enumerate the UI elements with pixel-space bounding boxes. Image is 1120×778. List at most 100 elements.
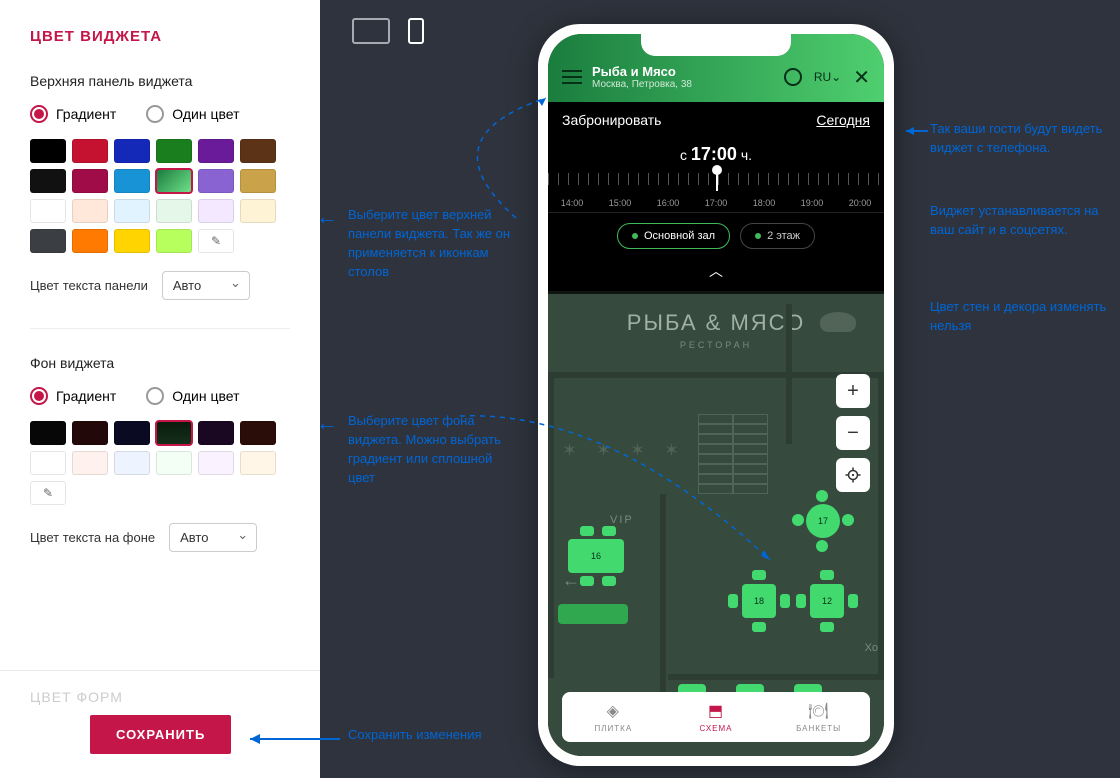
nav-banquet[interactable]: 🍽 БАНКЕТЫ [767,692,870,742]
ruler-time-label: 15:00 [609,198,632,208]
radio-gradient-bg[interactable]: Градиент [30,387,116,405]
color-swatch[interactable] [30,169,66,193]
book-label: Забронировать [562,112,661,128]
color-swatch[interactable] [114,139,150,163]
color-swatch[interactable] [156,169,192,193]
table-12[interactable]: 12 [810,584,844,618]
plant-icon: ✶ [664,440,679,461]
hall-floor2-pill[interactable]: 2 этаж [740,223,815,249]
custom-color-swatch[interactable]: ✎ [198,229,234,253]
color-swatch[interactable] [156,199,192,223]
table-18[interactable]: 18 [742,584,776,618]
arrow-icon: ← [316,204,338,230]
radio-gradient-bg-label: Градиент [56,388,116,404]
phone-frame: Рыба и Мясо Москва, Петровка, 38 RU⌄ ✕ З… [538,24,894,766]
table-16[interactable]: 16 [568,539,624,573]
color-swatch[interactable] [156,421,192,445]
device-preview-toggle [352,18,424,44]
zoom-in-button[interactable]: + [836,374,870,408]
hall-main-pill[interactable]: Основной зал [617,223,730,249]
bg-color-mode-radios: Градиент Один цвет [30,387,290,405]
color-swatch[interactable] [114,169,150,193]
plant-icon: ✶ [596,440,611,461]
annotation-install: Виджет устанавливается на ваш сайт и в с… [930,202,1110,240]
color-swatch[interactable] [114,229,150,253]
save-button[interactable]: СОХРАНИТЬ [90,715,231,754]
plant-icon: ✶ [630,440,645,461]
radio-gradient-label: Градиент [56,106,116,122]
radio-single-label: Один цвет [172,106,239,122]
phone-screen: Рыба и Мясо Москва, Петровка, 38 RU⌄ ✕ З… [548,34,884,756]
color-swatch[interactable] [198,199,234,223]
color-swatch[interactable] [240,421,276,445]
radio-dot-icon [30,105,48,123]
booth [558,604,628,624]
collapse-chevron-icon[interactable]: ︿ [548,257,884,291]
color-swatch[interactable] [30,421,66,445]
arrow-left-icon: ← [562,570,580,591]
radio-single-bg[interactable]: Один цвет [146,387,239,405]
color-swatch[interactable] [240,451,276,475]
color-swatch[interactable] [198,451,234,475]
tile-icon: ◈ [607,701,620,721]
bg-text-color-row: Цвет текста на фоне Авто [30,523,290,552]
annotation-guests-view: Так ваши гости будут видеть виджет с тел… [930,120,1110,158]
color-swatch[interactable] [72,139,108,163]
language-select[interactable]: RU⌄ [814,70,841,84]
locate-button[interactable] [836,458,870,492]
color-swatch[interactable] [198,421,234,445]
nav-tile[interactable]: ◈ ПЛИТКА [562,692,665,742]
arrow-icon: ← [316,410,338,436]
zoom-out-button[interactable]: − [836,416,870,450]
color-swatch[interactable] [72,229,108,253]
hall-selector: Основной зал 2 этаж [548,213,884,257]
color-swatch[interactable] [72,451,108,475]
sidebar-footer: ЦВЕТ ФОРМ СОХРАНИТЬ [0,670,320,778]
vip-label: VIP [610,514,634,526]
color-swatch[interactable] [72,421,108,445]
color-swatch[interactable] [156,229,192,253]
custom-color-swatch[interactable]: ✎ [30,481,66,505]
phone-preview-icon[interactable] [408,18,424,44]
color-swatch[interactable] [114,199,150,223]
radio-dot-icon [146,387,164,405]
color-swatch[interactable] [240,139,276,163]
menu-icon[interactable] [562,70,582,84]
ruler-time-label: 16:00 [657,198,680,208]
time-marker-icon[interactable] [716,169,718,191]
desktop-preview-icon[interactable] [352,18,390,44]
banquet-icon: 🍽 [808,701,829,721]
today-link[interactable]: Сегодня [816,112,870,128]
color-swatch[interactable] [30,139,66,163]
color-swatch[interactable] [114,451,150,475]
color-swatch[interactable] [30,229,66,253]
radio-single-header[interactable]: Один цвет [146,105,239,123]
floor-plan[interactable]: РЫБА & МЯСО РЕСТОРАН [548,294,884,756]
color-swatch[interactable] [240,199,276,223]
restaurant-address: Москва, Петровка, 38 [592,79,692,90]
locate-icon [844,466,862,484]
color-swatch[interactable] [198,169,234,193]
stairs-icon [698,414,768,494]
bg-text-color-select[interactable]: Авто [169,523,257,552]
bg-swatch-grid: ✎ [30,421,290,505]
color-swatch[interactable] [198,139,234,163]
header-swatch-grid: ✎ [30,139,290,253]
table-17[interactable]: 17 [806,504,840,538]
color-swatch[interactable] [240,169,276,193]
color-swatch[interactable] [156,451,192,475]
color-swatch[interactable] [72,199,108,223]
time-ruler[interactable]: 14:0015:0016:0017:0018:0019:0020:00 [548,167,884,213]
color-swatch[interactable] [114,421,150,445]
color-swatch[interactable] [72,169,108,193]
radio-gradient-header[interactable]: Градиент [30,105,116,123]
ruler-time-label: 20:00 [849,198,872,208]
nav-scheme[interactable]: ⬒ СХЕМА [665,692,768,742]
color-swatch[interactable] [156,139,192,163]
color-swatch[interactable] [30,199,66,223]
header-text-color-select[interactable]: Авто [162,271,250,300]
close-icon[interactable]: ✕ [853,65,870,90]
color-swatch[interactable] [30,451,66,475]
restaurant-name: Рыба и Мясо [592,64,692,79]
phone-call-icon[interactable] [784,68,802,86]
